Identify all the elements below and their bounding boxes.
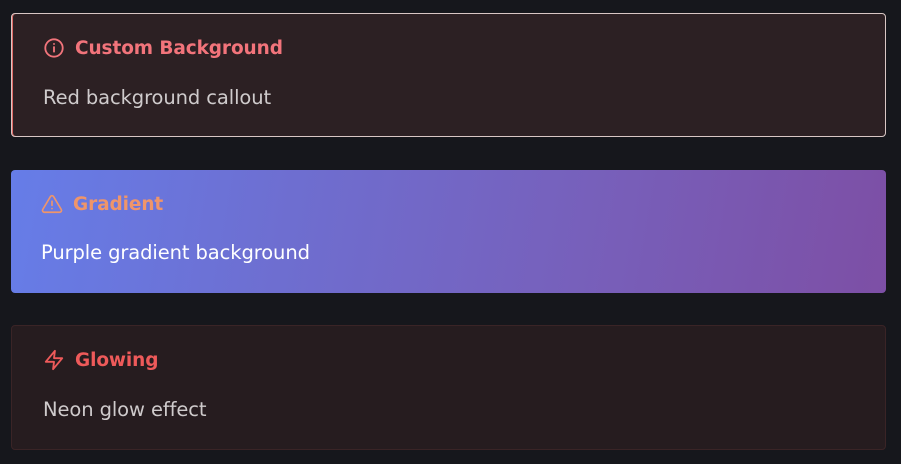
callout-title-row: Glowing — [43, 349, 158, 371]
callout-glowing: Glowing Neon glow effect — [11, 325, 886, 450]
callout-title-row: Custom Background — [43, 37, 283, 59]
callout-stack: Custom Background Red background callout… — [0, 0, 901, 464]
info-circle-icon — [43, 37, 65, 59]
lightning-bolt-icon — [43, 349, 65, 371]
callout-body: Purple gradient background — [41, 241, 310, 264]
callout-title-row: Gradient — [41, 193, 163, 215]
callout-title: Glowing — [75, 349, 159, 371]
warning-triangle-icon — [41, 193, 63, 215]
callout-gradient: Gradient Purple gradient background — [11, 170, 886, 293]
callout-custom-background: Custom Background Red background callout — [11, 13, 886, 137]
callout-title: Custom Background — [75, 37, 283, 59]
callout-body: Neon glow effect — [43, 398, 207, 421]
callout-title: Gradient — [73, 193, 164, 215]
callout-body: Red background callout — [43, 86, 272, 109]
